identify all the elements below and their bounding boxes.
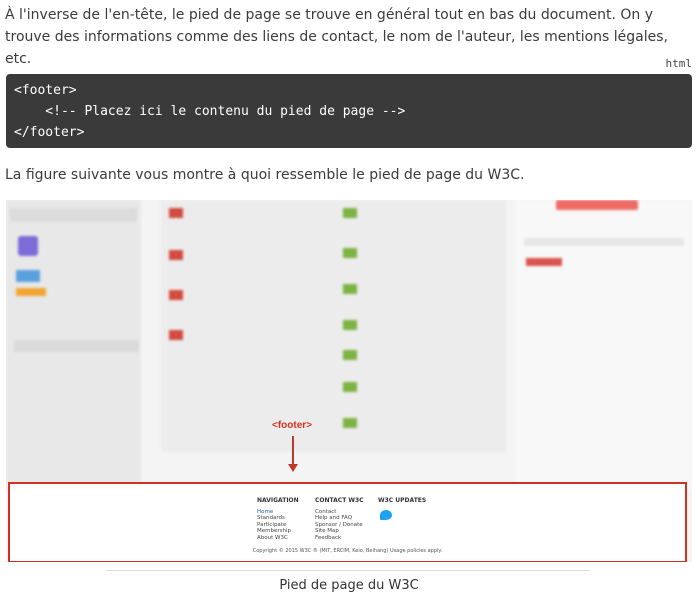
footer-navigation-heading: NAVIGATION bbox=[257, 497, 299, 504]
footer-navigation-column: NAVIGATION Home Standards Participate Me… bbox=[257, 497, 299, 542]
left-sidebar-column bbox=[6, 200, 141, 490]
code-line-3: </footer> bbox=[14, 125, 85, 140]
twitter-icon[interactable] bbox=[380, 510, 392, 520]
footer-highlight-box: NAVIGATION Home Standards Participate Me… bbox=[8, 482, 687, 562]
code-line-2: <!-- Placez ici le contenu du pied de pa… bbox=[14, 104, 406, 119]
footer-link-feedback[interactable]: Feedback bbox=[315, 535, 364, 542]
right-sidebar-column bbox=[516, 200, 692, 490]
footer-annotation-label: <footer> bbox=[272, 420, 313, 431]
footer-contact-column: CONTACT W3C Contact Help and FAQ Sponsor… bbox=[315, 497, 364, 542]
footer-link-about[interactable]: About W3C bbox=[257, 535, 299, 542]
middle-news-column bbox=[161, 200, 506, 452]
code-language-label: html bbox=[665, 57, 693, 70]
code-block: <footer> <!-- Placez ici le contenu du p… bbox=[6, 74, 692, 148]
caption-divider bbox=[106, 570, 590, 571]
footer-contact-heading: CONTACT W3C bbox=[315, 497, 364, 504]
red-banner bbox=[556, 200, 638, 210]
intro-paragraph: À l'inverse de l'en-tête, le pied de pag… bbox=[5, 7, 669, 67]
footer-copyright: Copyright © 2015 W3C ® (MIT, ERCIM, Keio… bbox=[252, 548, 443, 554]
second-paragraph: La figure suivante vous montre à quoi re… bbox=[5, 167, 525, 183]
w3c-footer-figure: <footer> NAVIGATION Home Standards Parti… bbox=[6, 200, 692, 562]
figure-caption: Pied de page du W3C bbox=[279, 578, 419, 593]
code-line-1: <footer> bbox=[14, 83, 77, 98]
footer-updates-heading: W3C UPDATES bbox=[378, 497, 427, 504]
annotation-arrow bbox=[292, 436, 294, 466]
footer-updates-column: W3C UPDATES bbox=[378, 497, 427, 520]
annotation-arrowhead bbox=[288, 464, 298, 472]
